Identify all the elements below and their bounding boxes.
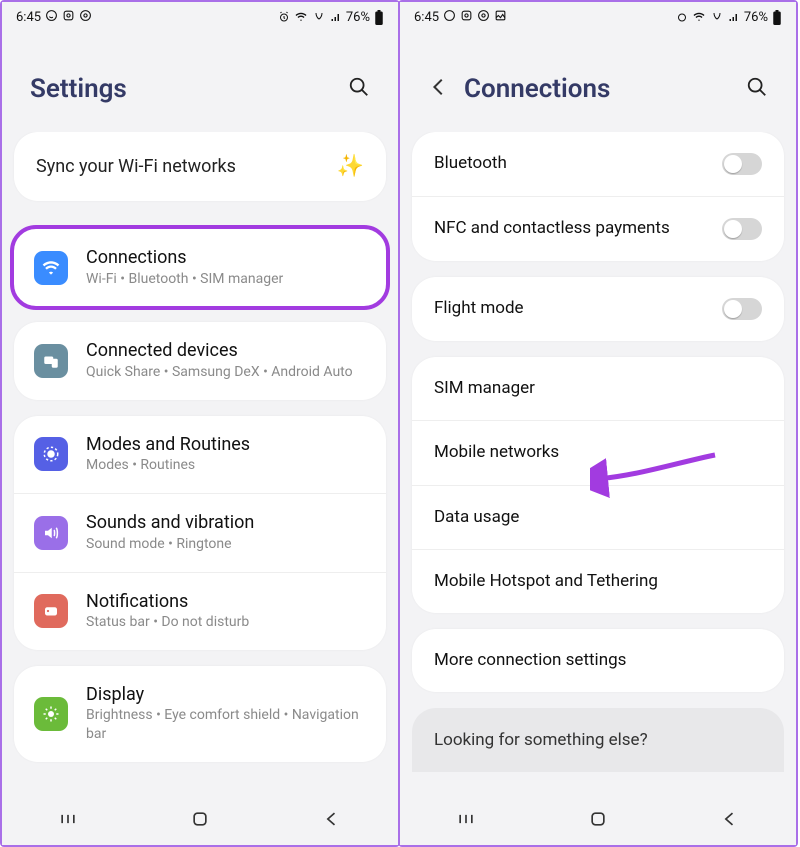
alarm-icon (278, 11, 290, 23)
camera-icon (79, 9, 92, 26)
row-mobile-networks[interactable]: Mobile networks (412, 420, 784, 484)
vowifi-icon (710, 11, 724, 23)
toggle-nfc[interactable] (722, 218, 762, 240)
row-title: Notifications (86, 591, 366, 614)
card-flight: Flight mode (412, 277, 784, 341)
notification-icon (34, 594, 68, 628)
status-time: 6:45 (414, 10, 439, 25)
nav-bar (400, 793, 796, 845)
wifi-icon (294, 11, 308, 23)
row-sounds[interactable]: Sounds and vibration Sound mode • Ringto… (14, 493, 386, 571)
row-title: Connections (86, 247, 366, 270)
battery-pct: 76% (346, 10, 370, 25)
row-title: Display (86, 684, 366, 707)
devices-icon (34, 344, 68, 378)
instagram-icon (460, 9, 473, 26)
row-sub: Status bar • Do not disturb (86, 613, 366, 632)
row-display[interactable]: Display Brightness • Eye comfort shield … (14, 666, 386, 762)
row-sub: Brightness • Eye comfort shield • Naviga… (86, 706, 366, 744)
row-title: Mobile networks (434, 442, 762, 463)
settings-scroll[interactable]: Sync your Wi-Fi networks ✨ Connections W… (2, 132, 398, 793)
toggle-flight[interactable] (722, 298, 762, 320)
status-bar: 6:45 76% (2, 2, 398, 32)
battery-icon (772, 10, 782, 25)
connections-scroll[interactable]: Bluetooth NFC and contactless payments F… (400, 132, 796, 793)
wifi-icon (692, 11, 706, 23)
phone-right: 6:45 76% Connections Bluetooth (398, 0, 798, 847)
alarm-icon (676, 11, 688, 23)
wifi-icon (34, 251, 68, 285)
row-flight[interactable]: Flight mode (412, 277, 784, 341)
home-button[interactable] (588, 809, 608, 829)
row-sub: Quick Share • Samsung DeX • Android Auto (86, 363, 366, 382)
card-devices: Connected devices Quick Share • Samsung … (14, 322, 386, 399)
row-sub: Sound mode • Ringtone (86, 535, 366, 554)
card-sim-group: SIM manager Mobile networks Data usage M… (412, 357, 784, 613)
vowifi-icon (312, 11, 326, 23)
row-nfc[interactable]: NFC and contactless payments (412, 196, 784, 261)
banner-label: Sync your Wi-Fi networks (36, 156, 236, 177)
row-hotspot[interactable]: Mobile Hotspot and Tethering (412, 549, 784, 613)
connections-header: Connections (400, 32, 796, 132)
row-title: Sounds and vibration (86, 512, 366, 535)
instagram-icon (62, 9, 75, 26)
row-title: SIM manager (434, 378, 762, 399)
row-notifications[interactable]: Notifications Status bar • Do not distur… (14, 572, 386, 650)
signal-icon (728, 11, 740, 23)
search-icon[interactable] (746, 76, 768, 102)
gallery-icon (494, 9, 507, 26)
looking-label: Looking for something else? (434, 730, 648, 750)
page-title: Settings (30, 74, 334, 104)
row-more-settings[interactable]: More connection settings (412, 629, 784, 692)
phone-left: 6:45 76% Settings Sync your (0, 0, 400, 847)
card-connections-group: Connections Wi-Fi • Bluetooth • SIM mana… (14, 229, 386, 306)
row-title: Data usage (434, 507, 762, 528)
card-more: More connection settings (412, 629, 784, 692)
camera-icon (477, 9, 490, 26)
display-icon (34, 697, 68, 731)
back-button[interactable] (322, 809, 342, 829)
recents-button[interactable] (58, 809, 78, 829)
row-title: NFC and contactless payments (434, 218, 722, 239)
row-connections[interactable]: Connections Wi-Fi • Bluetooth • SIM mana… (14, 229, 386, 306)
status-time: 6:45 (16, 10, 41, 25)
row-title: Flight mode (434, 298, 722, 319)
row-bluetooth[interactable]: Bluetooth (412, 132, 784, 196)
home-button[interactable] (190, 809, 210, 829)
sound-icon (34, 516, 68, 550)
row-title: Connected devices (86, 340, 366, 363)
row-data-usage[interactable]: Data usage (412, 485, 784, 549)
card-bt-nfc: Bluetooth NFC and contactless payments (412, 132, 784, 261)
page-title: Connections (464, 74, 732, 104)
battery-icon (374, 10, 384, 25)
wifi-sync-banner[interactable]: Sync your Wi-Fi networks ✨ (14, 132, 386, 201)
looking-for-banner[interactable]: Looking for something else? (412, 708, 784, 772)
row-sub: Wi-Fi • Bluetooth • SIM manager (86, 270, 366, 289)
card-display: Display Brightness • Eye comfort shield … (14, 666, 386, 762)
nav-bar (2, 793, 398, 845)
toggle-bluetooth[interactable] (722, 153, 762, 175)
battery-pct: 76% (744, 10, 768, 25)
status-bar: 6:45 76% (400, 2, 796, 32)
row-title: Mobile Hotspot and Tethering (434, 571, 762, 592)
recents-button[interactable] (456, 809, 476, 829)
row-sub: Modes • Routines (86, 456, 366, 475)
back-icon[interactable] (428, 76, 450, 102)
back-button[interactable] (720, 809, 740, 829)
row-sim-manager[interactable]: SIM manager (412, 357, 784, 420)
row-title: Bluetooth (434, 153, 722, 174)
row-connected-devices[interactable]: Connected devices Quick Share • Samsung … (14, 322, 386, 399)
card-modes-sounds-notif: Modes and Routines Modes • Routines Soun… (14, 416, 386, 650)
whatsapp-icon (45, 9, 58, 26)
sparkle-icon: ✨ (337, 154, 364, 179)
row-title: Modes and Routines (86, 434, 366, 457)
modes-icon (34, 437, 68, 471)
row-title: More connection settings (434, 650, 762, 671)
search-icon[interactable] (348, 76, 370, 102)
signal-icon (330, 11, 342, 23)
whatsapp-icon (443, 9, 456, 26)
row-modes[interactable]: Modes and Routines Modes • Routines (14, 416, 386, 493)
settings-header: Settings (2, 32, 398, 132)
